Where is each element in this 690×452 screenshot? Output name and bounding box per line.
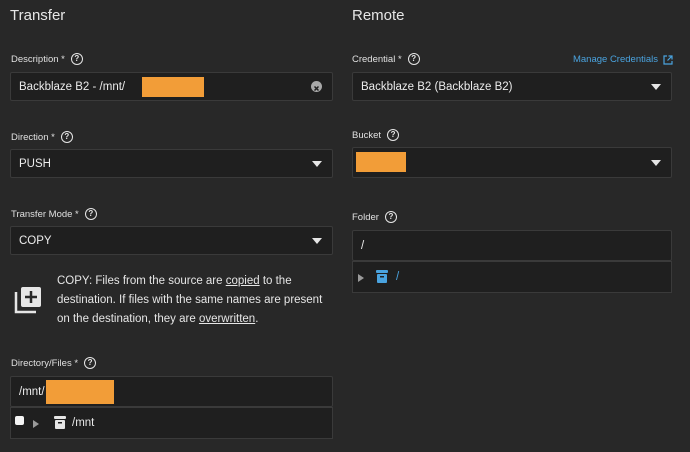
description-label-text: Description * [11, 53, 65, 65]
help-icon[interactable]: ? [84, 208, 97, 220]
credential-value: Backblaze B2 (Backblaze B2) [361, 80, 513, 93]
expand-triangle-icon[interactable] [358, 274, 364, 282]
folder-icon [53, 415, 67, 435]
directory-files-label: Directory/Files * ? [11, 357, 97, 369]
external-link-icon [663, 54, 673, 65]
transfer-mode-note: COPY: Files from the source are copied t… [57, 272, 327, 329]
note-link-copied[interactable]: copied [226, 275, 260, 287]
remote-section-title: Remote [352, 7, 405, 24]
help-icon[interactable]: ? [407, 53, 420, 65]
direction-value: PUSH [19, 157, 51, 170]
manage-credentials-link[interactable]: Manage Credentials [573, 54, 673, 65]
folder-label-text: Folder [352, 211, 379, 223]
bucket-label: Bucket ? [352, 129, 400, 141]
credential-select[interactable]: Backblaze B2 (Backblaze B2) [352, 72, 672, 101]
chevron-down-icon [651, 159, 661, 166]
redacted-block [356, 152, 406, 172]
chevron-down-icon [312, 160, 322, 167]
transfer-form: Transfer Description * ? Backblaze B2 - … [0, 0, 690, 452]
help-icon[interactable]: ? [84, 357, 97, 369]
direction-label: Direction * ? [11, 131, 73, 143]
folder-input[interactable]: / [352, 230, 672, 261]
transfer-mode-select[interactable]: COPY [10, 226, 333, 255]
bucket-label-text: Bucket [352, 129, 382, 141]
credential-label-text: Credential * [352, 53, 402, 65]
expand-triangle-icon[interactable] [33, 420, 39, 428]
description-input[interactable]: Backblaze B2 - /mnt/ [10, 72, 333, 101]
note-text-1: COPY: Files from the source are [57, 275, 226, 287]
description-label: Description * ? [11, 53, 83, 65]
description-value: Backblaze B2 - /mnt/ [19, 80, 126, 93]
transfer-mode-label: Transfer Mode * ? [11, 208, 97, 220]
tree-checkbox[interactable] [15, 416, 24, 425]
folder-icon [375, 269, 389, 289]
clear-icon[interactable] [311, 81, 322, 92]
folder-tree-row[interactable]: / [352, 261, 672, 293]
library-add-icon [13, 285, 43, 315]
help-icon[interactable]: ? [70, 53, 83, 65]
tree-item-label[interactable]: / [396, 271, 399, 283]
tree-item-label[interactable]: /mnt [72, 417, 94, 429]
directory-value: /mnt/ [19, 385, 45, 398]
note-link-overwritten[interactable]: overwritten [199, 313, 255, 325]
direction-select[interactable]: PUSH [10, 149, 333, 178]
chevron-down-icon [312, 237, 322, 244]
transfer-mode-label-text: Transfer Mode * [11, 208, 79, 220]
help-icon[interactable]: ? [60, 131, 73, 143]
direction-label-text: Direction * [11, 131, 55, 143]
manage-credentials-text[interactable]: Manage Credentials [573, 54, 658, 65]
help-icon[interactable]: ? [387, 129, 400, 141]
folder-value: / [361, 239, 365, 252]
directory-tree-row[interactable]: /mnt [10, 407, 333, 439]
folder-label: Folder ? [352, 211, 397, 223]
bucket-select[interactable] [352, 147, 672, 178]
note-text-3: . [255, 313, 259, 325]
directory-files-label-text: Directory/Files * [11, 357, 79, 369]
directory-input[interactable]: /mnt/ [10, 376, 333, 407]
credential-label: Credential * ? [352, 53, 420, 65]
chevron-down-icon [651, 83, 661, 90]
transfer-section-title: Transfer [10, 7, 66, 24]
redacted-block [46, 380, 114, 404]
help-icon[interactable]: ? [384, 211, 397, 223]
transfer-mode-value: COPY [19, 234, 52, 247]
redacted-block [142, 77, 204, 97]
